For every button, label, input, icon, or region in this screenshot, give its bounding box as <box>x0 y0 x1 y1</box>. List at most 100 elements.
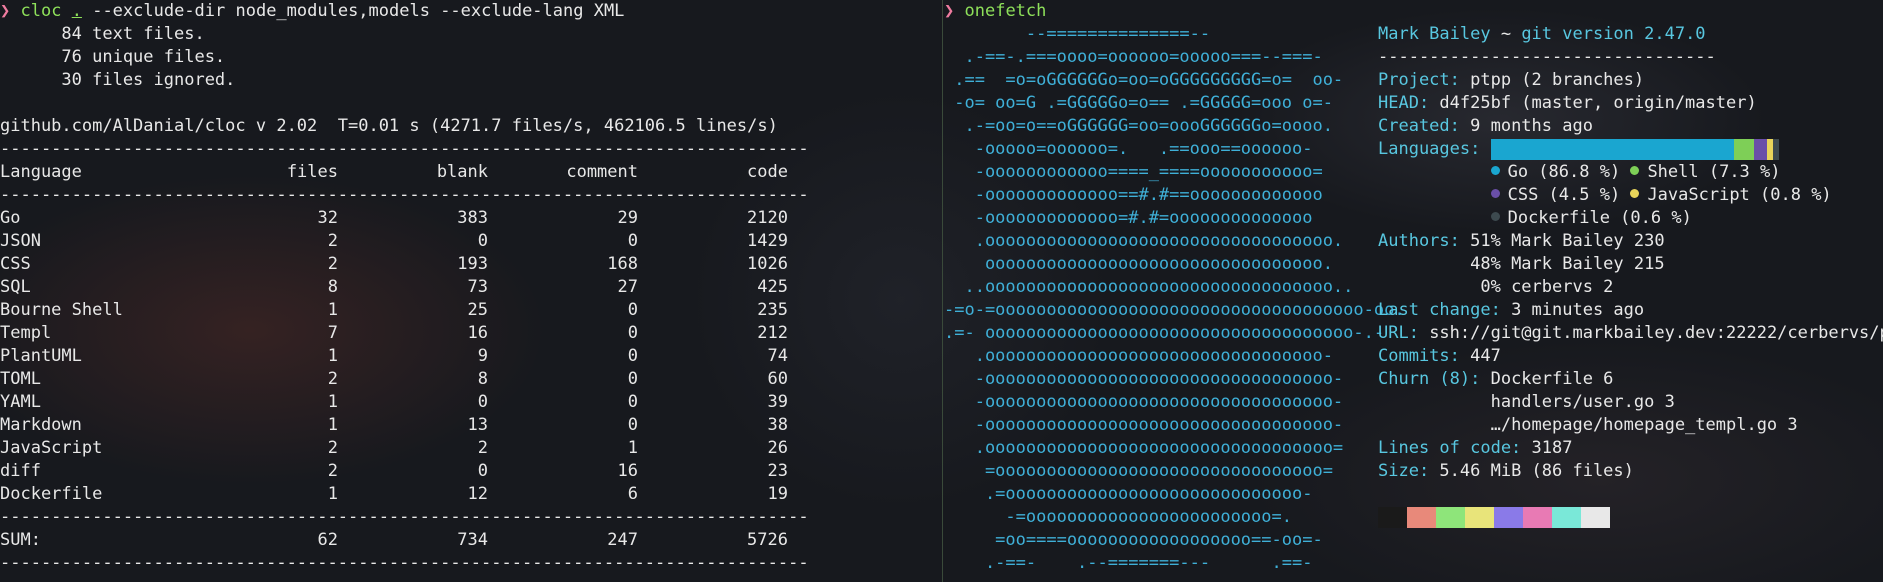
header-blank: blank <box>436 162 488 182</box>
summary-line: 30 files ignored. <box>0 70 236 90</box>
row-comment: 0 <box>627 346 638 366</box>
command-args: --exclude-dir node_modules,models --excl… <box>92 1 625 21</box>
row-language: Dockerfile <box>0 484 103 504</box>
row-blank: 8 <box>477 369 488 389</box>
ascii-art-line: --==============-- <box>944 24 1211 44</box>
git-version: git version 2.47.0 <box>1521 24 1706 44</box>
row-code: 74 <box>767 346 788 366</box>
table-row: Templ 7 16 0 212 <box>0 322 942 345</box>
ascii-art-line: -oooooooooooooooooooooooooooooooooo- <box>944 415 1344 435</box>
ascii-art-line: -ooooooooooooo==#.#==ooooooooooooo <box>944 185 1323 205</box>
css-dot-icon <box>1490 188 1500 198</box>
palette-swatch <box>1465 507 1494 528</box>
url-label: URL: <box>1378 323 1419 343</box>
row-code: 1026 <box>747 254 788 274</box>
language-bar-segment <box>1753 138 1767 160</box>
commits-label: Commits: <box>1378 346 1460 366</box>
row-code: 1429 <box>747 231 788 251</box>
color-palette <box>1378 507 1610 528</box>
table-row: diff 2 0 16 23 <box>0 460 942 483</box>
header-comment: comment <box>566 162 638 182</box>
row-files: 1 <box>327 415 338 435</box>
ascii-art-line: -ooooooooooooo=#.#=oooooooooooooo <box>944 208 1313 228</box>
row-code: 19 <box>767 484 788 504</box>
project-label: Project: <box>1378 70 1460 90</box>
table-row: Bourne Shell 1 25 0 235 <box>0 299 942 322</box>
pane-divider[interactable] <box>942 0 943 582</box>
right-terminal-pane[interactable]: ❯ onefetch --==============-- .-==-.===o… <box>944 0 1883 582</box>
row-comment: 0 <box>627 231 638 251</box>
loc-row: Lines of code: 3187 <box>1378 437 1883 460</box>
sum-code: 5726 <box>747 530 788 550</box>
loc-label: Lines of code: <box>1378 438 1522 458</box>
header-language: Language <box>0 162 82 182</box>
ascii-art-line: -oooooooooooo====_====ooooooooooo= <box>944 162 1323 182</box>
ascii-art-line: -oooooooooooooooooooooooooooooooooo- <box>944 369 1344 389</box>
prompt-arrow-icon: ❯ <box>944 1 955 21</box>
loc-value: 3187 <box>1521 438 1573 458</box>
row-language: Markdown <box>0 415 82 435</box>
language-bar-segment <box>1490 138 1734 160</box>
table-row: SQL 8 73 27 425 <box>0 276 942 299</box>
row-files: 8 <box>327 277 338 297</box>
row-code: 26 <box>767 438 788 458</box>
ascii-art-line: -o= oo=G .=GGGGGo=o== .=GGGGG=ooo o=- <box>944 93 1333 113</box>
javascript-dot-icon <box>1630 188 1640 198</box>
authors-row: 0% cerbervs 2 <box>1378 276 1883 299</box>
ascii-art-line: ..oooooooooooooooooooooooooooooooooo.. <box>944 277 1354 297</box>
row-blank: 193 <box>457 254 488 274</box>
table-row: JavaScript 2 2 1 26 <box>0 437 942 460</box>
table-separator: ----------------------------------------… <box>0 185 809 205</box>
row-comment: 168 <box>607 254 638 274</box>
row-code: 38 <box>767 415 788 435</box>
author-entry: 48% Mark Bailey 215 <box>1459 254 1665 274</box>
row-code: 39 <box>767 392 788 412</box>
row-language: Templ <box>0 323 52 343</box>
header-files: files <box>286 162 338 182</box>
table-separator: ----------------------------------------… <box>0 139 809 159</box>
left-terminal-pane[interactable]: ❯ cloc . --exclude-dir node_modules,mode… <box>0 0 942 582</box>
command-name: cloc <box>20 1 62 21</box>
row-blank: 0 <box>477 392 488 412</box>
ascii-art-line: .=ooooooooooooooooooooooooooooo- <box>944 484 1313 504</box>
row-blank: 9 <box>477 346 488 366</box>
row-comment: 27 <box>617 277 638 297</box>
legend-shell: Shell (7.3 %) <box>1647 162 1781 182</box>
row-blank: 383 <box>457 208 488 228</box>
row-files: 32 <box>317 208 338 228</box>
row-comment: 0 <box>627 323 638 343</box>
row-files: 1 <box>327 346 338 366</box>
url-row: URL: ssh://git@git.markbailey.dev:22222/… <box>1378 322 1883 345</box>
row-comment: 6 <box>627 484 638 504</box>
row-comment: 0 <box>627 300 638 320</box>
language-legend-row: Go (86.8 %) Shell (7.3 %) <box>1378 161 1883 184</box>
languages-label: Languages: <box>1378 139 1481 159</box>
row-code: 235 <box>757 300 788 320</box>
ascii-art-line: ooooooooooooooooooooooooooooooooo. <box>944 254 1333 274</box>
row-files: 1 <box>327 300 338 320</box>
commits-row: Commits: 447 <box>1378 345 1883 368</box>
row-comment: 29 <box>617 208 638 228</box>
authors-row: 48% Mark Bailey 215 <box>1378 253 1883 276</box>
ascii-art-line: .=- oooooooooooooooooooooooooooooooooooo… <box>944 323 1385 343</box>
legend-javascript: JavaScript (0.8 %) <box>1647 185 1832 205</box>
author-entry: 51% Mark Bailey 230 <box>1459 231 1665 251</box>
palette-swatch <box>1581 507 1610 528</box>
head-label: HEAD: <box>1378 93 1430 113</box>
row-language: Bourne Shell <box>0 300 123 320</box>
created-label: Created: <box>1378 116 1460 136</box>
last-change-row: Last change: 3 minutes ago <box>1378 299 1883 322</box>
url-value[interactable]: ssh://git@git.markbailey.dev:22222/cerbe… <box>1419 323 1883 343</box>
ascii-art-line: =oo====oooooooooooooooooo==-oo=- <box>944 530 1323 550</box>
go-dot-icon <box>1490 165 1500 175</box>
table-body: Go 32 383 29 2120 JSON 2 0 0 1429 CSS 2 193 168 1026 SQ… <box>0 207 942 506</box>
ascii-art-line: .-==- .--=======--- .==- <box>944 553 1313 573</box>
repo-info-panel: Mark Bailey ~ git version 2.47.0 -------… <box>1378 0 1883 483</box>
ascii-art-line: -=oooooooooooooooooooooooo=. <box>944 507 1292 527</box>
row-language: SQL <box>0 277 31 297</box>
last-change-label: Last change: <box>1378 300 1501 320</box>
ascii-art-line: -=o-=ooooooooooooooooooooooooooooooooooo… <box>944 300 1405 320</box>
table-row: Markdown 1 13 0 38 <box>0 414 942 437</box>
row-blank: 73 <box>467 277 488 297</box>
